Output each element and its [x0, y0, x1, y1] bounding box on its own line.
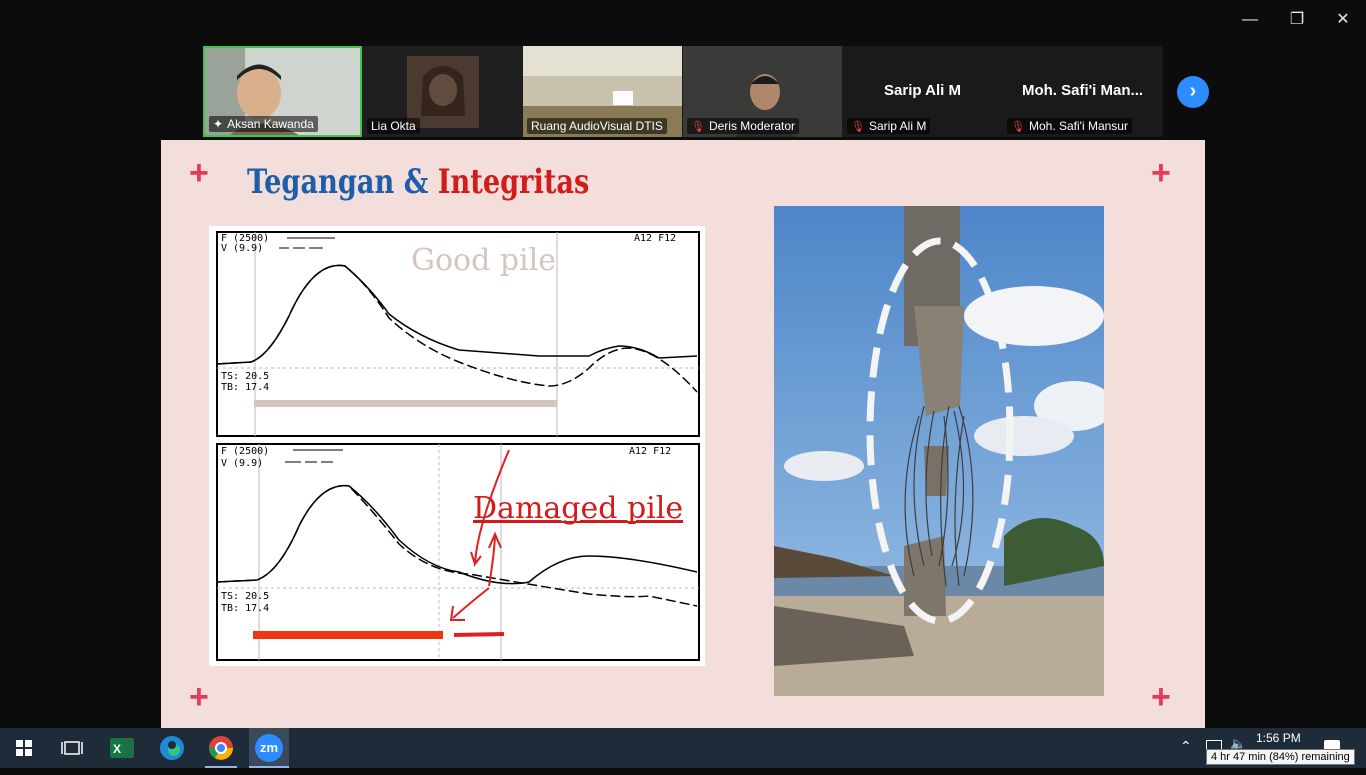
- edge-icon[interactable]: [156, 732, 188, 764]
- ts-readout: TS: 20.5: [221, 371, 269, 382]
- velocity-legend: V (9.9): [221, 458, 263, 469]
- annotation-stroke: [453, 632, 505, 637]
- participant-display-name: Moh. Safi'i Man...: [1021, 82, 1144, 99]
- shared-slide: + + + + Tegangan & Integritas F (2500) V…: [161, 140, 1205, 728]
- excel-icon[interactable]: X: [106, 732, 138, 764]
- participant-tile[interactable]: Ruang AudioVisual DTIS: [523, 46, 682, 137]
- participant-tile[interactable]: Moh. Safi'i Man... 🎙 Moh. Safi'i Mansur: [1003, 46, 1162, 137]
- damaged-pile-panel: F (2500) V (9.9) A12 F12 TS: 20.5 TB: 17…: [216, 443, 700, 661]
- participant-display-name: Sarip Ali M: [884, 82, 961, 99]
- panel-tag: A12 F12: [634, 233, 676, 244]
- title-part-1: Tegangan: [247, 162, 395, 202]
- broken-pile-photo: [774, 206, 1104, 696]
- taskbar-clock[interactable]: 1:56 PM: [1256, 731, 1301, 745]
- minimize-button[interactable]: —: [1238, 8, 1262, 32]
- good-pile-panel: F (2500) V (9.9) A12 F12 TS: 20.5 TB: 17…: [216, 231, 700, 437]
- pin-icon: ✦: [213, 117, 224, 131]
- pile-integrity-plots: F (2500) V (9.9) A12 F12 TS: 20.5 TB: 17…: [209, 226, 705, 666]
- participant-strip: ✦ Aksan Kawanda Lia Okta Ruang AudioVisua…: [203, 46, 1163, 137]
- ts-readout: TS: 20.5: [221, 591, 269, 602]
- damaged-length-bar: [253, 631, 443, 639]
- close-button[interactable]: ✕: [1331, 8, 1355, 32]
- velocity-legend: V (9.9): [221, 243, 263, 254]
- excel-glyph-icon: X: [110, 738, 134, 758]
- plus-decoration-icon: +: [189, 154, 209, 192]
- slide-title: Tegangan & Integritas: [247, 162, 589, 202]
- participant-name: ✦ Aksan Kawanda: [209, 116, 318, 132]
- windows-logo-icon: [16, 740, 32, 756]
- zoom-icon[interactable]: zm: [249, 728, 289, 768]
- chrome-glyph-icon: [209, 736, 233, 760]
- title-part-2: Integritas: [437, 162, 590, 202]
- battery-tooltip: 4 hr 47 min (84%) remaining: [1206, 749, 1355, 765]
- plus-decoration-icon: +: [1151, 154, 1171, 192]
- participant-name: 🎙 Deris Moderator: [687, 118, 799, 134]
- participant-name: 🎙 Sarip Ali M: [847, 118, 931, 134]
- good-length-bar: [254, 400, 557, 407]
- participant-name: Lia Okta: [367, 118, 420, 134]
- participant-name: Ruang AudioVisual DTIS: [527, 118, 667, 134]
- taskbar: X zm ⌃ 🔈: [0, 728, 1366, 768]
- muted-mic-icon: 🎙: [1011, 121, 1025, 133]
- participant-tile[interactable]: 🎙 Deris Moderator: [683, 46, 842, 137]
- good-pile-label: Good pile: [411, 243, 556, 278]
- participant-tile[interactable]: Lia Okta: [363, 46, 522, 137]
- damaged-pile-label: Damaged pile: [473, 491, 683, 526]
- plus-decoration-icon: +: [1151, 678, 1171, 716]
- muted-mic-icon: 🎙: [851, 121, 865, 133]
- edge-glyph-icon: [160, 736, 184, 760]
- task-view-icon[interactable]: [56, 732, 88, 764]
- plot-figure: F (2500) V (9.9) A12 F12 TS: 20.5 TB: 17…: [216, 231, 700, 661]
- tb-readout: TB: 17.4: [221, 382, 269, 393]
- participant-tile[interactable]: Sarip Ali M 🎙 Sarip Ali M: [843, 46, 1002, 137]
- task-view-glyph-icon: [61, 741, 83, 755]
- muted-mic-icon: 🎙: [691, 121, 705, 133]
- restore-button[interactable]: ❐: [1285, 8, 1309, 32]
- tray-overflow-icon[interactable]: ⌃: [1180, 738, 1192, 755]
- next-page-button[interactable]: ›: [1177, 76, 1209, 108]
- chrome-icon[interactable]: [205, 732, 237, 764]
- title-ampersand: &: [403, 162, 429, 202]
- plus-decoration-icon: +: [189, 678, 209, 716]
- participant-name: 🎙 Moh. Safi'i Mansur: [1007, 118, 1132, 134]
- zoom-logo-label: zm: [255, 734, 283, 762]
- chevron-right-icon: ›: [1189, 80, 1197, 102]
- tb-readout: TB: 17.4: [221, 603, 269, 614]
- participant-tile[interactable]: ✦ Aksan Kawanda: [203, 46, 362, 137]
- start-icon[interactable]: [8, 732, 40, 764]
- svg-text:X: X: [113, 742, 121, 756]
- force-legend: F (2500): [221, 446, 269, 457]
- panel-tag: A12 F12: [629, 446, 671, 457]
